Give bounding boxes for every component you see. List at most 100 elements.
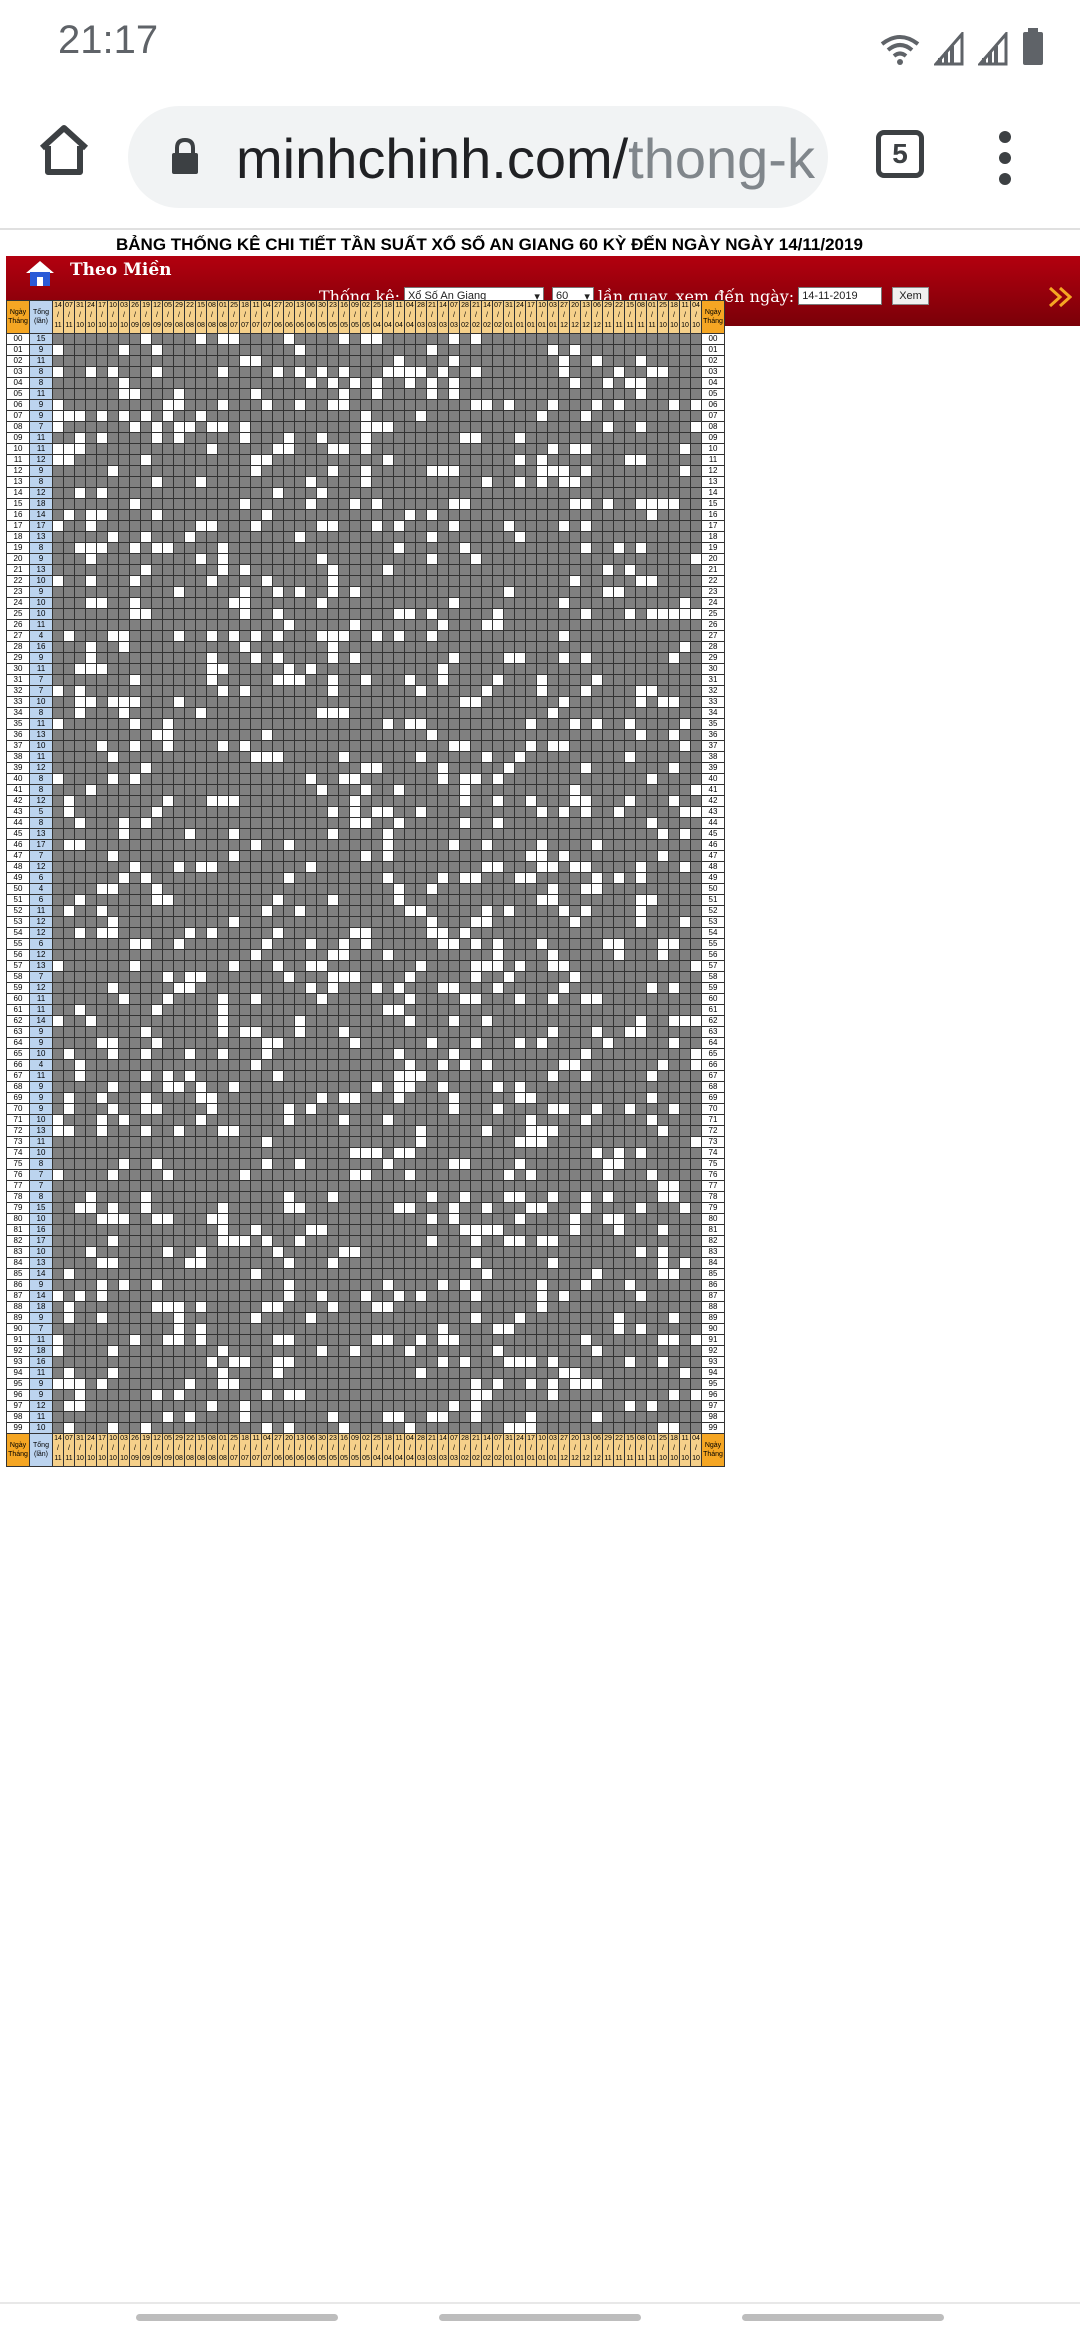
hit-cell bbox=[646, 883, 658, 895]
home-icon[interactable] bbox=[34, 120, 94, 180]
hit-cell bbox=[382, 1158, 394, 1170]
url-bar[interactable]: minhchinh.com/thong-k bbox=[128, 106, 828, 208]
total-cell: 9 bbox=[29, 586, 53, 598]
hit-cell bbox=[558, 839, 570, 851]
hit-cell bbox=[360, 1114, 372, 1126]
hit-cell bbox=[360, 938, 372, 950]
table-row: 76 7 76 bbox=[6, 1169, 725, 1181]
house-icon[interactable] bbox=[24, 259, 56, 287]
hit-cell bbox=[272, 498, 284, 510]
hit-cell bbox=[261, 432, 273, 444]
hit-cell bbox=[602, 586, 614, 598]
hit-cell bbox=[360, 1092, 372, 1104]
tab-switcher-button[interactable]: 5 bbox=[876, 130, 924, 178]
hit-cell bbox=[547, 652, 559, 664]
hit-cell bbox=[503, 443, 515, 455]
hit-cell bbox=[63, 432, 75, 444]
hit-cell bbox=[426, 355, 438, 367]
hit-cell bbox=[338, 1026, 350, 1038]
hit-cell bbox=[63, 784, 75, 796]
hit-cell bbox=[569, 707, 581, 719]
hit-cell bbox=[217, 806, 229, 818]
hit-cell bbox=[228, 883, 240, 895]
hit-cell bbox=[690, 575, 702, 587]
hit-cell bbox=[239, 795, 251, 807]
hit-cell bbox=[679, 465, 691, 477]
hit-cell bbox=[107, 399, 119, 411]
hit-cell bbox=[151, 597, 163, 609]
hit-cell bbox=[327, 630, 339, 642]
hit-cell bbox=[426, 1125, 438, 1137]
hit-cell bbox=[272, 861, 284, 873]
hit-cell bbox=[239, 740, 251, 752]
hit-cell bbox=[360, 1015, 372, 1027]
hit-cell bbox=[173, 971, 185, 983]
more-menu-icon[interactable] bbox=[998, 130, 1012, 186]
hit-cell bbox=[591, 1048, 603, 1060]
hit-cell bbox=[371, 388, 383, 400]
hit-cell bbox=[327, 850, 339, 862]
hit-cell bbox=[459, 509, 471, 521]
hit-cell bbox=[74, 707, 86, 719]
hit-cell bbox=[624, 718, 636, 730]
hit-cell bbox=[206, 1037, 218, 1049]
hit-cell bbox=[305, 597, 317, 609]
date-header-cell: 13/12 bbox=[580, 300, 592, 334]
hit-cell bbox=[569, 619, 581, 631]
hit-cell bbox=[250, 1048, 262, 1060]
hit-cell bbox=[129, 1092, 141, 1104]
hit-cell bbox=[140, 872, 152, 884]
double-arrow-icon[interactable] bbox=[1048, 286, 1072, 308]
hit-cell bbox=[591, 465, 603, 477]
view-button[interactable]: Xem bbox=[892, 287, 929, 305]
hit-cell bbox=[217, 1004, 229, 1016]
hit-cell bbox=[162, 641, 174, 653]
hit-cell bbox=[118, 685, 130, 697]
hit-cell bbox=[690, 641, 702, 653]
hit-cell bbox=[74, 982, 86, 994]
hit-cell bbox=[635, 542, 647, 554]
hit-cell bbox=[591, 696, 603, 708]
hit-cell bbox=[492, 443, 504, 455]
hit-cell bbox=[470, 883, 482, 895]
hit-cell bbox=[602, 740, 614, 752]
hit-cell bbox=[503, 1015, 515, 1027]
theo-mien-link[interactable]: Theo Miền bbox=[70, 260, 172, 280]
hit-cell bbox=[184, 707, 196, 719]
hit-cell bbox=[283, 927, 295, 939]
hit-cell bbox=[580, 1158, 592, 1170]
hit-cell bbox=[217, 1125, 229, 1137]
hit-cell bbox=[635, 520, 647, 532]
hit-cell bbox=[129, 1169, 141, 1181]
hit-cell bbox=[195, 729, 207, 741]
hit-cell bbox=[437, 916, 449, 928]
hit-cell bbox=[118, 894, 130, 906]
hit-cell bbox=[74, 718, 86, 730]
number-label: 28 bbox=[6, 641, 30, 653]
hit-cell bbox=[470, 894, 482, 906]
hit-cell bbox=[217, 641, 229, 653]
hit-cell bbox=[371, 938, 383, 950]
hit-cell bbox=[338, 1059, 350, 1071]
hit-cell bbox=[173, 960, 185, 972]
hit-cell bbox=[52, 553, 64, 565]
hit-cell bbox=[327, 465, 339, 477]
hit-cell bbox=[569, 850, 581, 862]
hit-cell bbox=[448, 564, 460, 576]
date-input[interactable]: 14-11-2019 bbox=[798, 287, 883, 305]
hit-cell bbox=[459, 1092, 471, 1104]
hit-cell bbox=[184, 531, 196, 543]
hit-cell bbox=[195, 388, 207, 400]
hit-cell bbox=[118, 520, 130, 532]
hit-cell bbox=[580, 1103, 592, 1115]
hit-cell bbox=[547, 817, 559, 829]
hit-cell bbox=[316, 564, 328, 576]
hit-cell bbox=[448, 971, 460, 983]
hit-cell bbox=[657, 982, 669, 994]
hit-cell bbox=[536, 729, 548, 741]
hit-cell bbox=[503, 531, 515, 543]
hit-cell bbox=[426, 784, 438, 796]
hit-cell bbox=[118, 817, 130, 829]
hit-cell bbox=[239, 355, 251, 367]
hit-cell bbox=[448, 663, 460, 675]
